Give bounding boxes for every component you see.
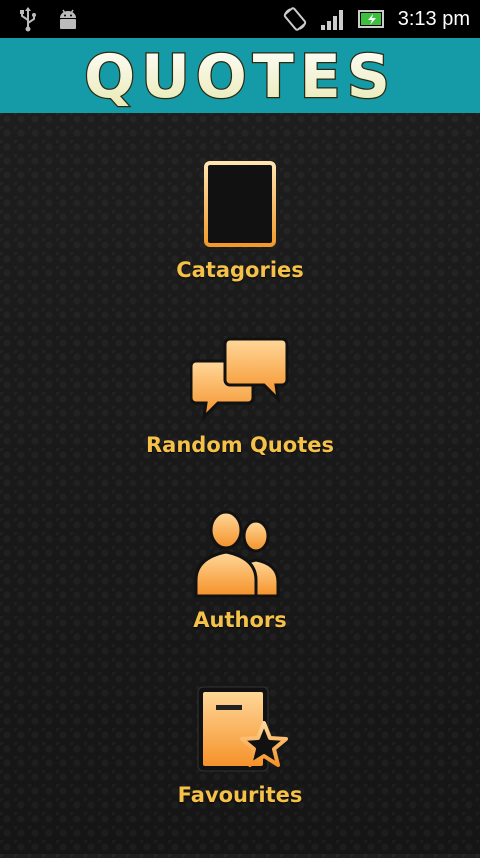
list-document-icon xyxy=(190,158,290,250)
menu-item-favourites[interactable]: Favourites xyxy=(0,683,480,858)
favourite-star-icon xyxy=(190,683,290,775)
menu-item-label: Authors xyxy=(193,608,287,632)
speech-bubbles-icon xyxy=(190,333,290,425)
menu-item-random-quotes[interactable]: Random Quotes xyxy=(0,333,480,508)
battery-charging-icon xyxy=(357,8,386,30)
people-icon xyxy=(190,508,290,600)
usb-icon xyxy=(18,6,38,32)
android-debug-icon xyxy=(56,7,80,31)
menu-item-categories[interactable]: Catagories xyxy=(0,158,480,333)
main-menu: Catagories Random Quotes Authors Favouri… xyxy=(0,113,480,854)
menu-item-authors[interactable]: Authors xyxy=(0,508,480,683)
signal-icon xyxy=(320,7,346,31)
menu-item-label: Random Quotes xyxy=(146,433,334,457)
status-time: 3:13 pm xyxy=(397,7,470,30)
menu-item-label: Catagories xyxy=(176,258,304,282)
app-title-logo: QUOTES xyxy=(60,43,420,109)
status-bar: 3:13 pm xyxy=(0,0,480,38)
app-header: QUOTES xyxy=(0,38,480,113)
screen-rotate-icon xyxy=(282,6,308,32)
menu-item-label: Favourites xyxy=(177,783,303,807)
app-title: QUOTES xyxy=(84,43,396,109)
